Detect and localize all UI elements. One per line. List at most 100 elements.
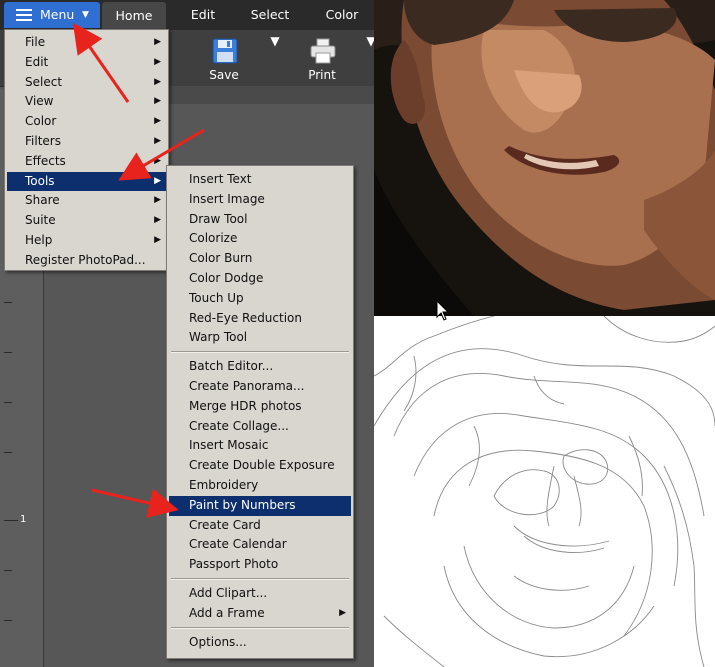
menu-item-label: Create Panorama... bbox=[189, 379, 305, 393]
menu-item-label: Register PhotoPad... bbox=[25, 252, 146, 267]
menu-item-label: Create Collage... bbox=[189, 418, 289, 433]
tools-item-color-burn[interactable]: Color Burn bbox=[169, 249, 351, 269]
main-menu: File ▶ Edit ▶ Select ▶ View ▶ Color ▶ Filters ▶ Effe… bbox=[4, 29, 169, 271]
app-window: Menu ▼ Home Edit Select Color Save ▼ Pri… bbox=[0, 0, 374, 667]
menu-item-label: Create Card bbox=[189, 517, 261, 532]
triangle-right-icon: ▶ bbox=[154, 76, 161, 87]
ruler-number: 1 bbox=[20, 514, 27, 525]
tools-item-draw-tool[interactable]: Draw Tool bbox=[169, 210, 351, 230]
menu-item-label: Filters bbox=[25, 134, 61, 148]
triangle-right-icon: ▶ bbox=[339, 607, 346, 618]
triangle-right-icon: ▶ bbox=[154, 195, 161, 206]
triangle-right-icon: ▶ bbox=[154, 96, 161, 107]
menu-item-label: File bbox=[25, 35, 46, 49]
tools-item-insert-text[interactable]: Insert Text bbox=[169, 170, 351, 190]
tab-select[interactable]: Select bbox=[240, 0, 300, 30]
tools-item-create-calendar[interactable]: Create Calendar bbox=[169, 535, 351, 555]
menu-separator bbox=[171, 351, 349, 354]
tools-item-add-a-frame[interactable]: Add a Frame ▶ bbox=[169, 604, 351, 624]
print-dropdown-icon[interactable]: ▼ bbox=[366, 34, 374, 84]
triangle-right-icon: ▶ bbox=[154, 37, 161, 47]
tools-item-insert-mosaic[interactable]: Insert Mosaic bbox=[169, 436, 351, 456]
tools-item-merge-hdr-photos[interactable]: Merge HDR photos bbox=[169, 397, 351, 417]
tools-item-passport-photo[interactable]: Passport Photo bbox=[169, 555, 351, 575]
menu-item-label: Insert Text bbox=[189, 172, 252, 186]
tools-item-warp-tool[interactable]: Warp Tool bbox=[169, 328, 351, 348]
triangle-right-icon: ▶ bbox=[154, 175, 161, 186]
print-label: Print bbox=[308, 68, 336, 82]
menu-item-label: Color bbox=[25, 114, 57, 129]
menu-item-label: Create Calendar bbox=[189, 537, 287, 552]
main-menu-item-tools[interactable]: Tools ▶ bbox=[7, 171, 166, 192]
menu-item-label: Add a Frame bbox=[189, 605, 265, 620]
menu-item-label: Create Double Exposure bbox=[189, 458, 335, 473]
menu-item-label: Paint by Numbers bbox=[189, 497, 296, 512]
main-menu-item-share[interactable]: Share ▶ bbox=[7, 191, 166, 211]
tools-item-red-eye-reduction[interactable]: Red-Eye Reduction bbox=[169, 309, 351, 329]
menu-item-label: Touch Up bbox=[189, 290, 244, 305]
tools-item-options[interactable]: Options... bbox=[169, 633, 351, 653]
menu-button[interactable]: Menu ▼ bbox=[4, 2, 100, 28]
menu-item-label: Suite bbox=[25, 213, 56, 228]
tools-item-create-double-exposure[interactable]: Create Double Exposure bbox=[169, 456, 351, 476]
triangle-right-icon: ▶ bbox=[154, 136, 161, 146]
menu-item-label: Merge HDR photos bbox=[189, 398, 302, 413]
tools-item-batch-editor[interactable]: Batch Editor... bbox=[169, 357, 351, 377]
paint-by-numbers-sketch bbox=[374, 316, 715, 667]
triangle-right-icon: ▶ bbox=[154, 56, 161, 67]
menu-item-label: Share bbox=[25, 193, 60, 208]
tools-item-touch-up[interactable]: Touch Up bbox=[169, 289, 351, 309]
save-dropdown-icon[interactable]: ▼ bbox=[270, 34, 280, 84]
tools-item-create-panorama[interactable]: Create Panorama... bbox=[169, 377, 351, 397]
tab-home[interactable]: Home bbox=[102, 2, 166, 30]
save-label: Save bbox=[209, 68, 239, 82]
posterized-face-photo bbox=[374, 0, 715, 316]
menu-item-label: Passport Photo bbox=[189, 557, 279, 572]
menu-item-label: Insert Image bbox=[189, 191, 265, 206]
main-menu-item-filters[interactable]: Filters ▶ bbox=[7, 132, 166, 152]
menu-item-label: Draw Tool bbox=[189, 211, 248, 226]
menu-separator bbox=[171, 626, 349, 629]
printer-icon bbox=[310, 38, 336, 64]
menu-item-label: Options... bbox=[189, 634, 247, 649]
main-menu-item-register-photopad[interactable]: Register PhotoPad... bbox=[7, 251, 166, 271]
floppy-disk-icon bbox=[212, 38, 238, 64]
tools-submenu: Insert Text Insert Image Draw Tool Colorize… bbox=[166, 165, 354, 659]
main-menu-item-select[interactable]: Select ▶ bbox=[7, 73, 166, 93]
menu-item-label: Color Burn bbox=[189, 251, 253, 266]
main-menu-item-effects[interactable]: Effects ▶ bbox=[7, 152, 166, 172]
menu-item-label: Tools bbox=[25, 173, 55, 188]
main-menu-item-help[interactable]: Help ▶ bbox=[7, 231, 166, 251]
tools-item-insert-image[interactable]: Insert Image bbox=[169, 190, 351, 210]
triangle-right-icon: ▶ bbox=[154, 116, 161, 127]
tools-item-colorize[interactable]: Colorize bbox=[169, 229, 351, 249]
tools-item-paint-by-numbers[interactable]: Paint by Numbers bbox=[169, 495, 351, 516]
main-menu-item-suite[interactable]: Suite ▶ bbox=[7, 211, 166, 231]
menu-item-label: Warp Tool bbox=[189, 330, 248, 345]
menu-item-label: Add Clipart... bbox=[189, 586, 268, 600]
main-menu-item-view[interactable]: View ▶ bbox=[7, 92, 166, 112]
menu-item-label: Select bbox=[25, 74, 63, 89]
main-menu-item-file[interactable]: File ▶ bbox=[7, 33, 166, 53]
tools-item-color-dodge[interactable]: Color Dodge bbox=[169, 269, 351, 289]
main-menu-item-color[interactable]: Color ▶ bbox=[7, 112, 166, 132]
menu-item-label: Insert Mosaic bbox=[189, 438, 269, 453]
print-button[interactable]: Print bbox=[292, 34, 352, 84]
menu-item-label: Embroidery bbox=[189, 478, 259, 492]
tab-color[interactable]: Color bbox=[316, 0, 368, 30]
menu-item-label: Colorize bbox=[189, 231, 238, 246]
tools-item-add-clipart[interactable]: Add Clipart... bbox=[169, 584, 351, 604]
tools-item-create-collage[interactable]: Create Collage... bbox=[169, 417, 351, 437]
tab-bar: Menu ▼ Home Edit Select Color bbox=[0, 0, 374, 30]
menu-item-label: Help bbox=[25, 233, 53, 247]
menu-item-label: Color Dodge bbox=[189, 271, 264, 285]
menu-item-label: Red-Eye Reduction bbox=[189, 310, 302, 325]
main-menu-item-edit[interactable]: Edit ▶ bbox=[7, 53, 166, 73]
menu-item-label: Edit bbox=[25, 54, 49, 69]
save-button[interactable]: Save bbox=[194, 34, 254, 84]
mouse-cursor-icon bbox=[436, 300, 450, 321]
menu-item-label: Effects bbox=[25, 153, 66, 168]
tools-item-create-card[interactable]: Create Card bbox=[169, 516, 351, 536]
tools-item-embroidery[interactable]: Embroidery bbox=[169, 476, 351, 496]
tab-edit[interactable]: Edit bbox=[180, 0, 226, 30]
